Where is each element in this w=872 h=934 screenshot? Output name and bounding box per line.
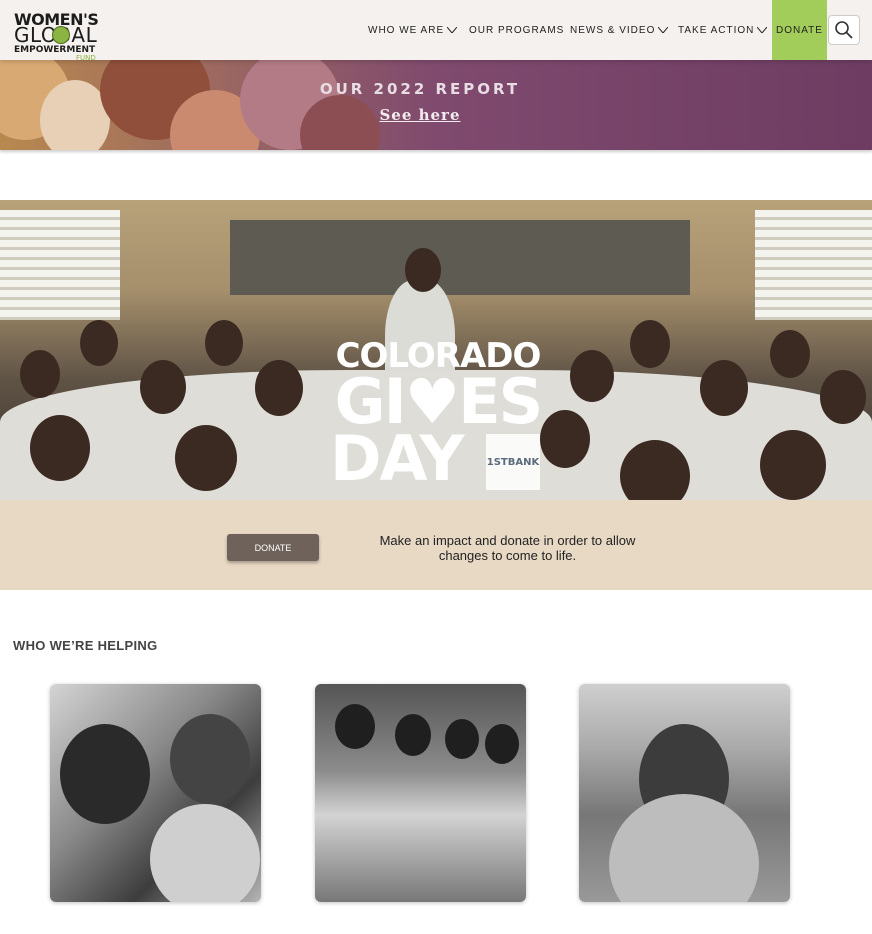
helping-card-3[interactable] bbox=[579, 684, 790, 902]
nav-label: WHO WE ARE bbox=[368, 24, 445, 36]
person-figure bbox=[760, 430, 826, 500]
nav-label: TAKE ACTION bbox=[678, 24, 755, 36]
chevron-down-icon bbox=[658, 27, 669, 33]
donate-button[interactable]: DONATE bbox=[227, 534, 319, 561]
photo-figure bbox=[150, 804, 260, 902]
photo-figure bbox=[609, 794, 759, 902]
person-figure bbox=[20, 350, 60, 398]
section-title-helping: WHO WE’RE HELPING bbox=[13, 638, 158, 653]
person-figure bbox=[80, 320, 118, 366]
donate-band: DONATE Make an impact and donate in orde… bbox=[0, 500, 872, 590]
nav-label: OUR PROGRAMS bbox=[469, 24, 565, 36]
helping-card-2[interactable] bbox=[315, 684, 526, 902]
person-figure bbox=[205, 320, 243, 366]
report-title: OUR 2022 REPORT bbox=[319, 80, 521, 98]
search-button[interactable] bbox=[828, 15, 860, 45]
photo-figure bbox=[60, 724, 150, 824]
sponsor-logo: 1STBANK bbox=[486, 434, 540, 490]
person-figure bbox=[630, 320, 670, 368]
logo-line-4: FUND bbox=[76, 54, 96, 62]
person-figure bbox=[30, 415, 90, 481]
chalkboard-decor bbox=[230, 220, 690, 295]
person-figure bbox=[770, 330, 810, 378]
nav-our-programs[interactable]: OUR PROGRAMS bbox=[469, 0, 564, 60]
report-banner: OUR 2022 REPORT See here bbox=[0, 60, 872, 150]
nav-label: NEWS & VIDEO bbox=[570, 24, 656, 36]
window-decor bbox=[755, 210, 872, 320]
person-figure bbox=[820, 370, 866, 424]
chevron-down-icon bbox=[757, 27, 768, 33]
photo-figure bbox=[170, 714, 250, 804]
report-link[interactable]: See here bbox=[0, 106, 840, 124]
site-header: WOMEN'S GLOBAL EMPOWERMENT FUND WHO WE A… bbox=[0, 0, 872, 63]
donate-message: Make an impact and donate in order to al… bbox=[379, 533, 636, 563]
helping-card-1[interactable] bbox=[50, 684, 261, 902]
donate-nav-button[interactable]: DONATE bbox=[772, 0, 827, 60]
photo-figure bbox=[335, 704, 375, 749]
search-icon bbox=[835, 21, 853, 39]
person-figure bbox=[140, 360, 186, 414]
person-figure bbox=[700, 360, 748, 416]
person-figure bbox=[405, 248, 441, 292]
nav-who-we-are[interactable]: WHO WE ARE bbox=[368, 0, 458, 60]
globe-icon bbox=[52, 26, 70, 44]
chevron-down-icon bbox=[447, 27, 458, 33]
photo-figure bbox=[395, 714, 431, 756]
person-figure bbox=[255, 360, 303, 416]
nav-news-video[interactable]: NEWS & VIDEO bbox=[570, 0, 669, 60]
person-figure bbox=[175, 425, 237, 491]
photo-figure bbox=[485, 724, 519, 764]
site-logo[interactable]: WOMEN'S GLOBAL EMPOWERMENT FUND bbox=[14, 12, 104, 63]
window-decor bbox=[0, 210, 120, 320]
photo-figure bbox=[445, 719, 479, 759]
nav-take-action[interactable]: TAKE ACTION bbox=[678, 0, 768, 60]
person-figure bbox=[570, 350, 614, 402]
